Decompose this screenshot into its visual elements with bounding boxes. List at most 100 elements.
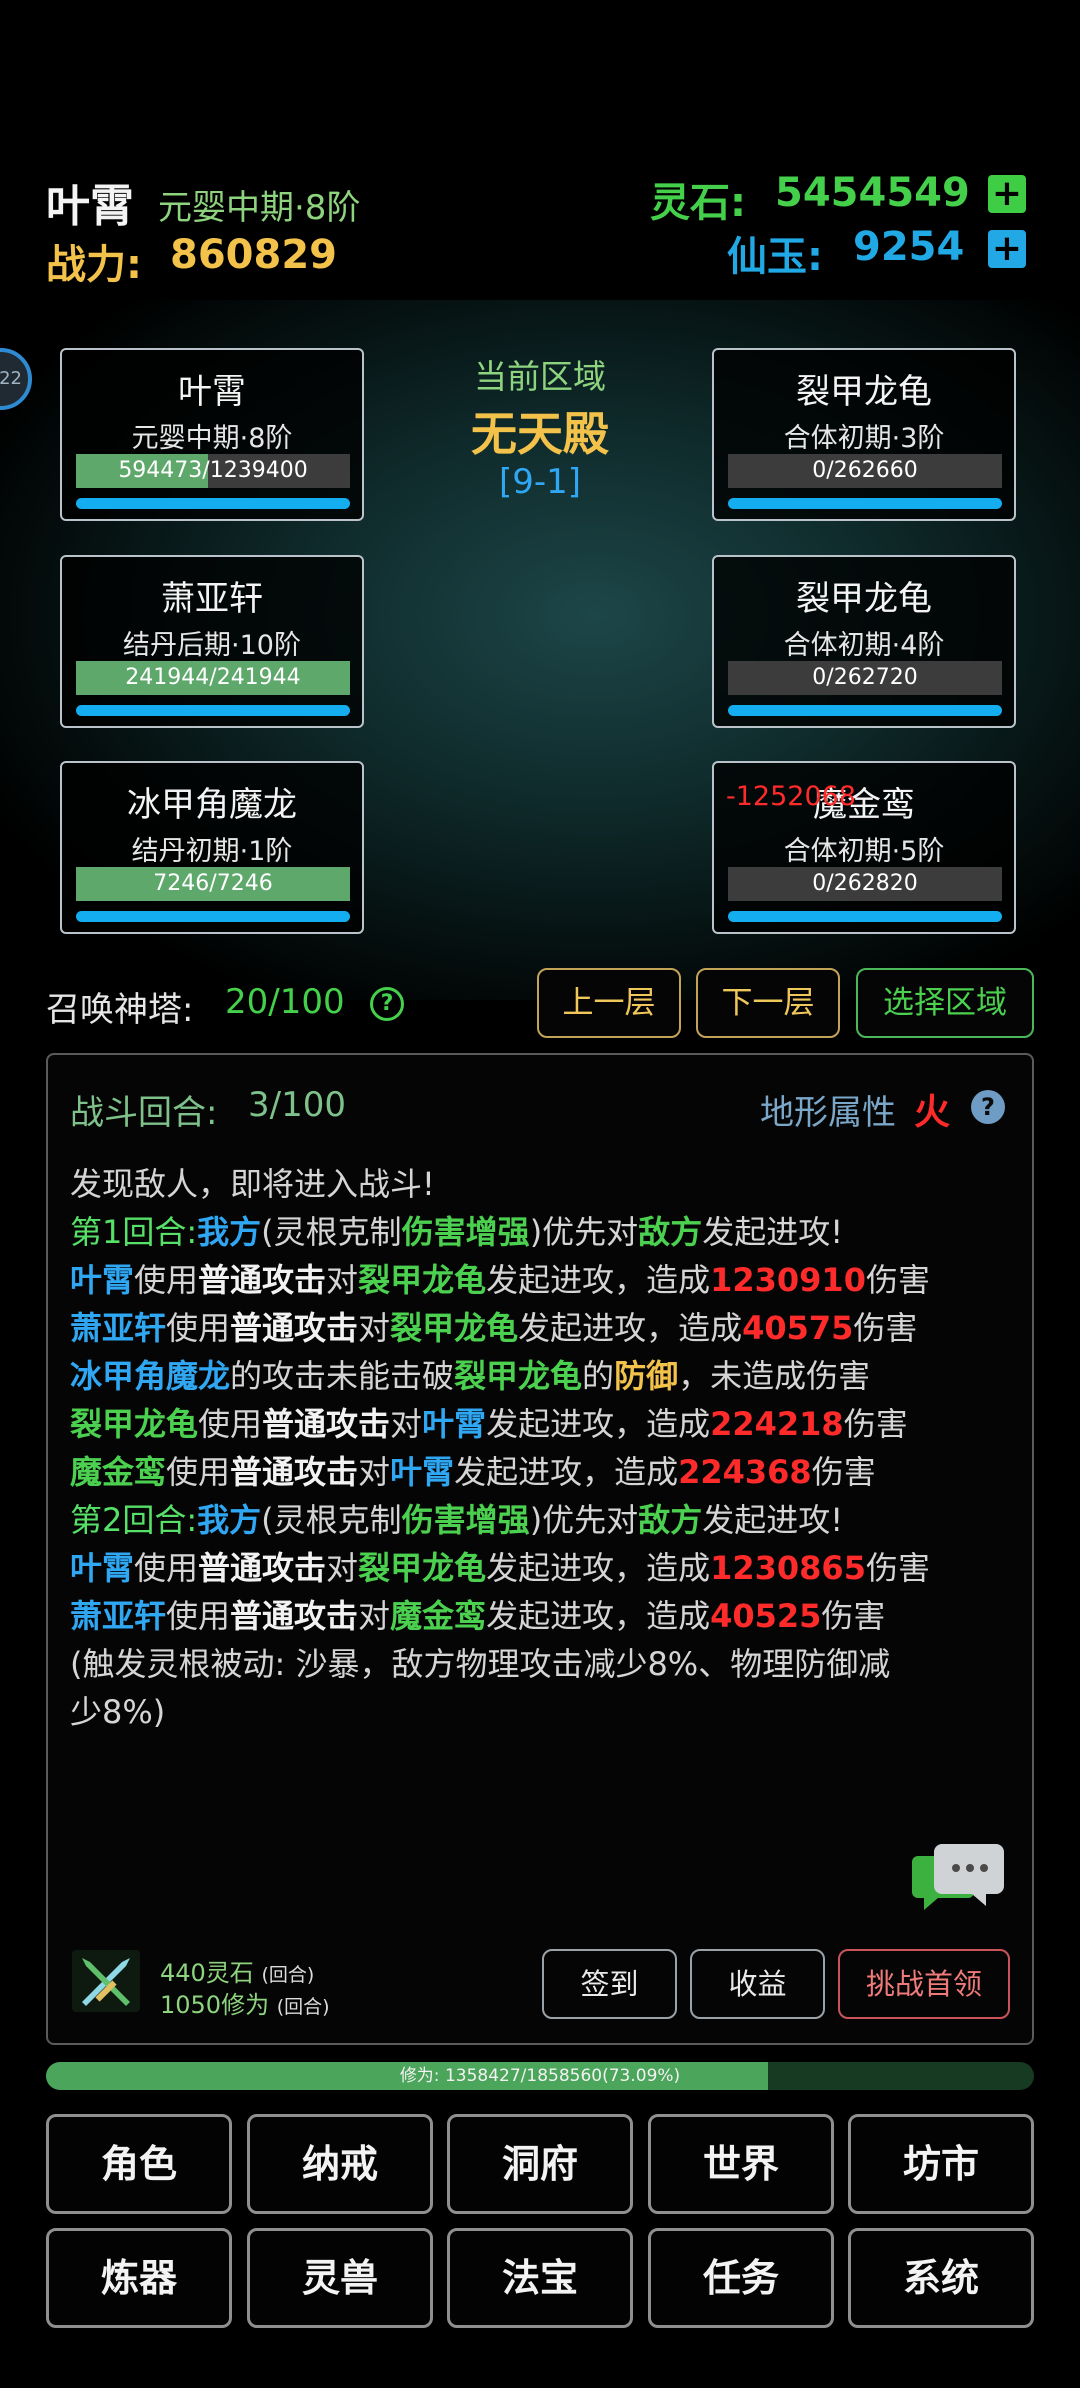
unit-realm: 结丹后期·10阶 (123, 630, 301, 661)
mana-bar (728, 911, 1002, 922)
log-buff: 伤害增强 (401, 1501, 530, 1539)
nav-ring[interactable]: 纳戒 (247, 2114, 433, 2214)
log-skill: 普通攻击 (198, 1549, 327, 1587)
hp-bar: 241944/241944 (76, 661, 350, 695)
log-line: 叶霄使用普通攻击对裂甲龙龟发起进攻，造成1230910伤害 (70, 1256, 1030, 1304)
tower-label: 召唤神塔: (46, 990, 194, 1030)
player-realm: 元婴中期·8阶 (158, 188, 361, 228)
nav-character[interactable]: 角色 (46, 2114, 232, 2214)
nav-quest[interactable]: 任务 (648, 2228, 834, 2328)
log-text: 伤害 (865, 1549, 930, 1587)
challenge-boss-button[interactable]: 挑战首领 (838, 1949, 1010, 2019)
log-round: 第1回合: (70, 1213, 198, 1251)
unit-realm: 合体初期·3阶 (783, 423, 945, 454)
nav-treasure[interactable]: 法宝 (447, 2228, 633, 2328)
add-jade-button[interactable]: + (988, 230, 1026, 268)
log-text: 对 (326, 1261, 359, 1299)
nav-forge[interactable]: 炼器 (46, 2228, 232, 2328)
log-text: 发现敌人，即将进入战斗! (70, 1165, 435, 1203)
log-damage: 1230865 (710, 1549, 866, 1587)
log-text: 使用 (134, 1261, 199, 1299)
log-target: 裂甲龙龟 (358, 1549, 487, 1587)
jade-label: 仙玉: (727, 234, 823, 280)
nav-market[interactable]: 坊市 (848, 2114, 1034, 2214)
select-zone-button[interactable]: 选择区域 (856, 968, 1034, 1038)
hp-bar: 0/262820 (728, 867, 1002, 901)
log-text: 使用 (198, 1405, 263, 1443)
hp-bar: 594473/1239400 (76, 454, 350, 488)
log-actor: 叶霄 (70, 1549, 135, 1587)
log-text: 使用 (166, 1309, 231, 1347)
log-target: 裂甲龙龟 (390, 1309, 519, 1347)
checkin-button[interactable]: 签到 (542, 1949, 677, 2019)
ally-card-2[interactable]: 萧亚轩 结丹后期·10阶 241944/241944 (60, 555, 364, 728)
log-text: 使用 (166, 1597, 231, 1635)
terrain-help-icon[interactable]: ? (971, 1090, 1005, 1124)
log-text: 伤害 (865, 1261, 930, 1299)
jade-value: 9254 (853, 224, 965, 270)
log-actor: 裂甲龙龟 (70, 1405, 199, 1443)
log-text: 伤害 (853, 1309, 918, 1347)
income-button[interactable]: 收益 (690, 1949, 825, 2019)
log-line: 萧亚轩使用普通攻击对魔金鸾发起进攻，造成40525伤害 (70, 1592, 1030, 1640)
ally-card-3[interactable]: 冰甲角魔龙 结丹初期·1阶 7246/7246 (60, 761, 364, 934)
nav-world[interactable]: 世界 (648, 2114, 834, 2214)
nav-beast[interactable]: 灵兽 (247, 2228, 433, 2328)
cultivation-bar: 修为: 1358427/1858560(73.09%) (46, 2062, 1034, 2090)
enemy-card-2[interactable]: 裂甲龙龟 合体初期·4阶 0/262720 (712, 555, 1016, 728)
log-damage: 40525 (710, 1597, 822, 1635)
log-skill: 普通攻击 (230, 1597, 359, 1635)
log-target: 叶霄 (422, 1405, 487, 1443)
nav-system[interactable]: 系统 (848, 2228, 1034, 2328)
log-skill: 普通攻击 (230, 1453, 359, 1491)
hp-text: 7246/7246 (153, 871, 273, 896)
unit-name: 裂甲龙龟 (796, 372, 932, 412)
log-line: 第2回合:我方(灵根克制伤害增强)优先对敌方发起进攻! (70, 1496, 1030, 1544)
hp-bar: 7246/7246 (76, 867, 350, 901)
log-text: 发起进攻，造成 (486, 1597, 711, 1635)
log-text: 发起进攻，造成 (486, 1261, 711, 1299)
log-target: 叶霄 (390, 1453, 455, 1491)
log-actor: 冰甲角魔龙 (70, 1357, 231, 1395)
log-text: 对 (390, 1405, 423, 1443)
damage-popup: -1252068 (726, 781, 856, 812)
mana-bar (76, 911, 350, 922)
mana-bar (728, 705, 1002, 716)
chat-icon[interactable] (912, 1840, 1008, 1920)
prev-floor-button[interactable]: 上一层 (537, 968, 681, 1038)
hp-text: 241944/241944 (125, 665, 301, 690)
mana-bar (76, 705, 350, 716)
log-text: 伤害 (821, 1597, 886, 1635)
unit-name: 叶霄 (178, 372, 246, 412)
log-keyword: 防御 (614, 1357, 679, 1395)
log-line: 冰甲角魔龙的攻击未能击破裂甲龙龟的防御，未造成伤害 (70, 1352, 1030, 1400)
log-buff: 伤害增强 (401, 1213, 530, 1251)
reward-cultivation: 1050修为 (回合) (160, 1985, 330, 2020)
log-line: 发现敌人，即将进入战斗! (70, 1160, 1030, 1208)
add-spirit-stone-button[interactable]: + (988, 175, 1026, 213)
unit-name: 冰甲角魔龙 (127, 785, 297, 825)
log-text: 使用 (166, 1453, 231, 1491)
enemy-card-1[interactable]: 裂甲龙龟 合体初期·3阶 0/262660 (712, 348, 1016, 521)
log-damage: 40575 (742, 1309, 854, 1347)
enemy-card-3[interactable]: 魔金鸾 合体初期·5阶 0/262820 -1252068 (712, 761, 1016, 934)
next-floor-button[interactable]: 下一层 (696, 968, 840, 1038)
log-text: ，未造成伤害 (678, 1357, 871, 1395)
log-text: 的攻击未能击破 (230, 1357, 455, 1395)
log-text: 对 (358, 1597, 391, 1635)
log-skill: 普通攻击 (230, 1309, 359, 1347)
terrain-label: 地形属性 (760, 1093, 896, 1133)
log-side: 我方 (197, 1501, 262, 1539)
hp-bar: 0/262660 (728, 454, 1002, 488)
round-label: 战斗回合: (70, 1093, 218, 1133)
unit-realm: 合体初期·4阶 (783, 630, 945, 661)
unit-realm: 结丹初期·1阶 (131, 836, 293, 867)
log-round: 第2回合: (70, 1501, 198, 1539)
log-side: 敌方 (638, 1501, 703, 1539)
ally-card-1[interactable]: 叶霄 元婴中期·8阶 594473/1239400 (60, 348, 364, 521)
nav-cave[interactable]: 洞府 (447, 2114, 633, 2214)
unit-name: 裂甲龙龟 (796, 579, 932, 619)
log-text: (灵根克制 (261, 1213, 402, 1251)
log-line: 裂甲龙龟使用普通攻击对叶霄发起进攻，造成224218伤害 (70, 1400, 1030, 1448)
tower-help-icon[interactable]: ? (370, 987, 404, 1021)
